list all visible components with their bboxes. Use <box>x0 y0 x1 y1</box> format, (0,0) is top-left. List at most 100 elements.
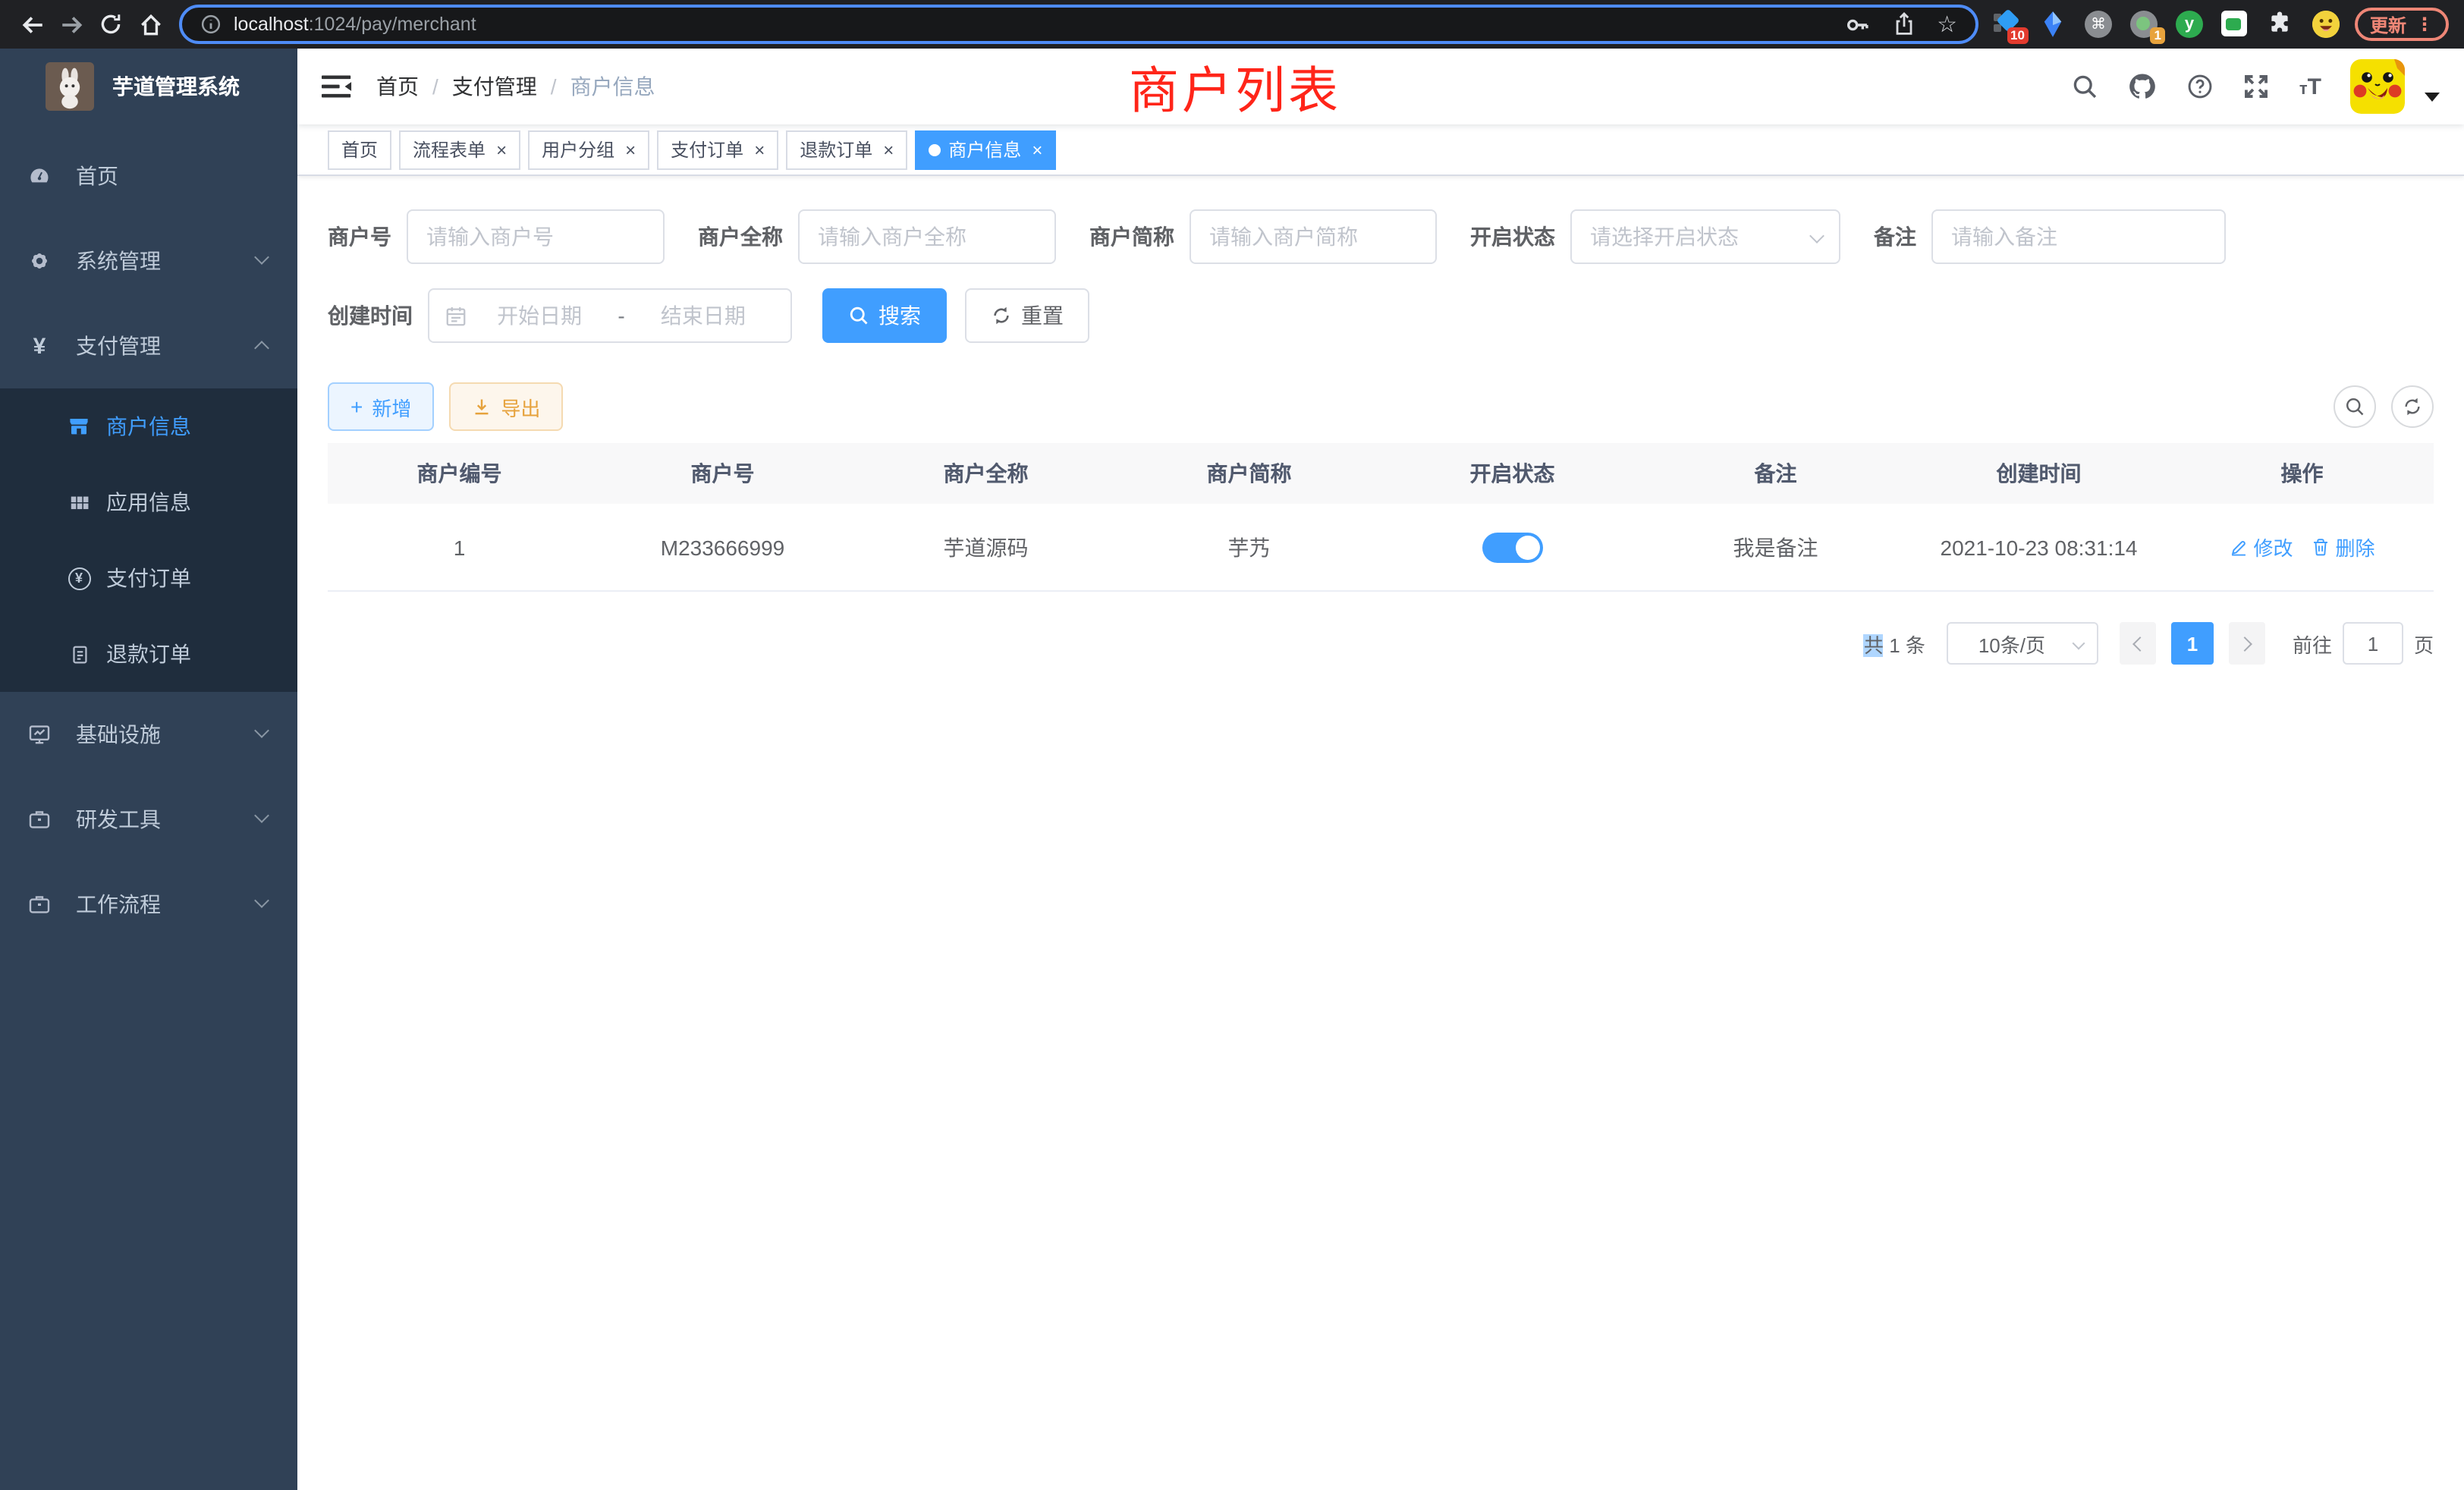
browser-refresh-button[interactable] <box>91 5 130 44</box>
delete-button[interactable]: 删除 <box>2312 533 2375 561</box>
tab-close-icon[interactable]: × <box>496 140 507 159</box>
main-area: 商户列表 首页 / 支付管理 / 商户信息 тT <box>297 49 2464 1490</box>
tab-close-icon[interactable]: × <box>883 140 894 159</box>
plus-icon: + <box>350 396 363 417</box>
table-tools <box>2334 385 2434 428</box>
tab-merchant-info[interactable]: 商户信息 × <box>915 130 1056 169</box>
chevron-down-icon <box>254 723 269 738</box>
password-key-icon[interactable] <box>1844 11 1870 37</box>
end-date-placeholder: 结束日期 <box>631 300 775 331</box>
edit-pencil-icon <box>2229 537 2249 557</box>
add-button[interactable]: + 新增 <box>328 382 434 431</box>
page-content: 商户号 商户全称 商户简称 开启状态 请选择开启状态 <box>297 176 2464 1490</box>
share-icon[interactable] <box>1891 12 1916 36</box>
short-name-label: 商户简称 <box>1089 222 1174 252</box>
short-name-input[interactable] <box>1190 209 1437 264</box>
remark-input[interactable] <box>1931 209 2226 264</box>
sidebar-item-infra[interactable]: 基础设施 <box>0 692 297 777</box>
merchant-no-label: 商户号 <box>328 222 391 252</box>
tab-close-icon[interactable]: × <box>1032 140 1042 159</box>
avatar-dropdown-caret-icon[interactable] <box>2425 93 2440 102</box>
export-button[interactable]: 导出 <box>449 382 563 431</box>
breadcrumb-separator: / <box>551 74 557 99</box>
page-size-select[interactable]: 10条/页 <box>1947 622 2098 665</box>
pagination: 共 1 条 10条/页 1 前往 页 <box>328 622 2434 665</box>
sidebar-logo[interactable]: 芋道管理系统 <box>0 49 297 124</box>
search-icon[interactable] <box>2072 73 2099 100</box>
tab-process-form[interactable]: 流程表单 × <box>399 130 520 169</box>
cell-full-name: 芋道源码 <box>854 532 1117 562</box>
font-size-icon[interactable]: тT <box>2299 74 2321 99</box>
refresh-icon <box>99 12 123 36</box>
tab-refund-order[interactable]: 退款订单 × <box>786 130 907 169</box>
sidebar-item-merchant-info[interactable]: 商户信息 <box>0 388 297 464</box>
sidebar-item-dev-tools[interactable]: 研发工具 <box>0 777 297 862</box>
prev-page-button[interactable] <box>2120 622 2156 665</box>
gear-icon <box>27 249 52 273</box>
sidebar-item-home[interactable]: 首页 <box>0 134 297 218</box>
cell-status <box>1381 532 1644 562</box>
extensions-puzzle-icon[interactable] <box>2267 11 2294 38</box>
tab-close-icon[interactable]: × <box>754 140 765 159</box>
chevron-down-icon <box>254 250 269 265</box>
refresh-icon <box>991 305 1012 326</box>
sidebar-item-system[interactable]: 系统管理 <box>0 218 297 303</box>
tab-home[interactable]: 首页 <box>328 130 391 169</box>
sidebar: 芋道管理系统 首页 系统管理 ¥ 支付管 <box>0 49 297 1490</box>
next-page-button[interactable] <box>2229 622 2265 665</box>
tab-pay-order[interactable]: 支付订单 × <box>657 130 778 169</box>
sidebar-collapse-icon[interactable] <box>322 73 352 100</box>
breadcrumb-current: 商户信息 <box>570 71 655 102</box>
sidebar-item-label: 工作流程 <box>76 889 161 919</box>
page-info-icon[interactable] <box>200 14 222 35</box>
sidebar-item-label: 首页 <box>76 161 118 191</box>
extension-notifier-icon[interactable]: 1 <box>2130 11 2158 38</box>
breadcrumb-home[interactable]: 首页 <box>376 71 419 102</box>
github-icon[interactable] <box>2128 71 2158 102</box>
goto-page-input[interactable] <box>2343 622 2403 665</box>
download-icon <box>472 397 492 417</box>
extension-chat-icon[interactable] <box>2221 11 2249 38</box>
refresh-table-button[interactable] <box>2391 385 2434 428</box>
extension-pinned-icon[interactable]: 10 <box>1994 11 2021 38</box>
sidebar-item-pay[interactable]: ¥ 支付管理 <box>0 303 297 388</box>
browser-update-button[interactable]: 更新 ⋮ <box>2355 8 2449 41</box>
browser-back-button[interactable] <box>12 5 52 44</box>
sidebar-item-pay-order[interactable]: ¥ 支付订单 <box>0 540 297 616</box>
create-time-range-picker[interactable]: 开始日期 - 结束日期 <box>428 288 792 343</box>
sidebar-item-app-info[interactable]: 应用信息 <box>0 464 297 540</box>
browser-profile-avatar[interactable] <box>2312 11 2340 38</box>
status-toggle[interactable] <box>1482 532 1543 562</box>
show-search-button[interactable] <box>2334 385 2376 428</box>
browser-forward-button[interactable] <box>52 5 91 44</box>
browser-menu-dots-icon[interactable]: ⋮ <box>2415 14 2434 35</box>
search-button[interactable]: 搜索 <box>822 288 947 343</box>
page-number-button[interactable]: 1 <box>2171 622 2214 665</box>
tab-close-icon[interactable]: × <box>625 140 636 159</box>
sidebar-item-refund-order[interactable]: 退款订单 <box>0 616 297 692</box>
address-bar[interactable]: localhost:1024/pay/merchant ☆ <box>179 5 1978 44</box>
extension-command-icon[interactable]: ⌘ <box>2085 11 2112 38</box>
reset-button[interactable]: 重置 <box>965 288 1089 343</box>
sidebar-item-workflow[interactable]: 工作流程 <box>0 862 297 947</box>
breadcrumb-pay[interactable]: 支付管理 <box>452 71 537 102</box>
col-create-time: 创建时间 <box>1907 458 2170 489</box>
browser-toolbar: localhost:1024/pay/merchant ☆ 10 ⌘ 1 <box>0 0 2464 49</box>
edit-button[interactable]: 修改 <box>2229 533 2293 561</box>
sidebar-item-label: 退款订单 <box>106 639 191 669</box>
status-select[interactable]: 请选择开启状态 <box>1570 209 1840 264</box>
user-avatar[interactable] <box>2350 59 2405 114</box>
extension-y-icon[interactable]: y <box>2176 11 2203 38</box>
browser-home-button[interactable] <box>130 5 170 44</box>
help-icon[interactable] <box>2187 73 2214 100</box>
merchant-no-input[interactable] <box>407 209 665 264</box>
full-name-input[interactable] <box>798 209 1056 264</box>
tab-user-group[interactable]: 用户分组 × <box>528 130 649 169</box>
extension-kite-icon[interactable] <box>2039 11 2066 38</box>
fullscreen-icon[interactable] <box>2243 73 2271 100</box>
bookmark-star-icon[interactable]: ☆ <box>1937 13 1957 36</box>
goto-unit: 页 <box>2414 629 2434 658</box>
chevron-down-icon <box>254 893 269 908</box>
pay-submenu: 商户信息 应用信息 ¥ 支付订单 <box>0 388 297 692</box>
url-path: :1024/pay/merchant <box>309 14 476 35</box>
